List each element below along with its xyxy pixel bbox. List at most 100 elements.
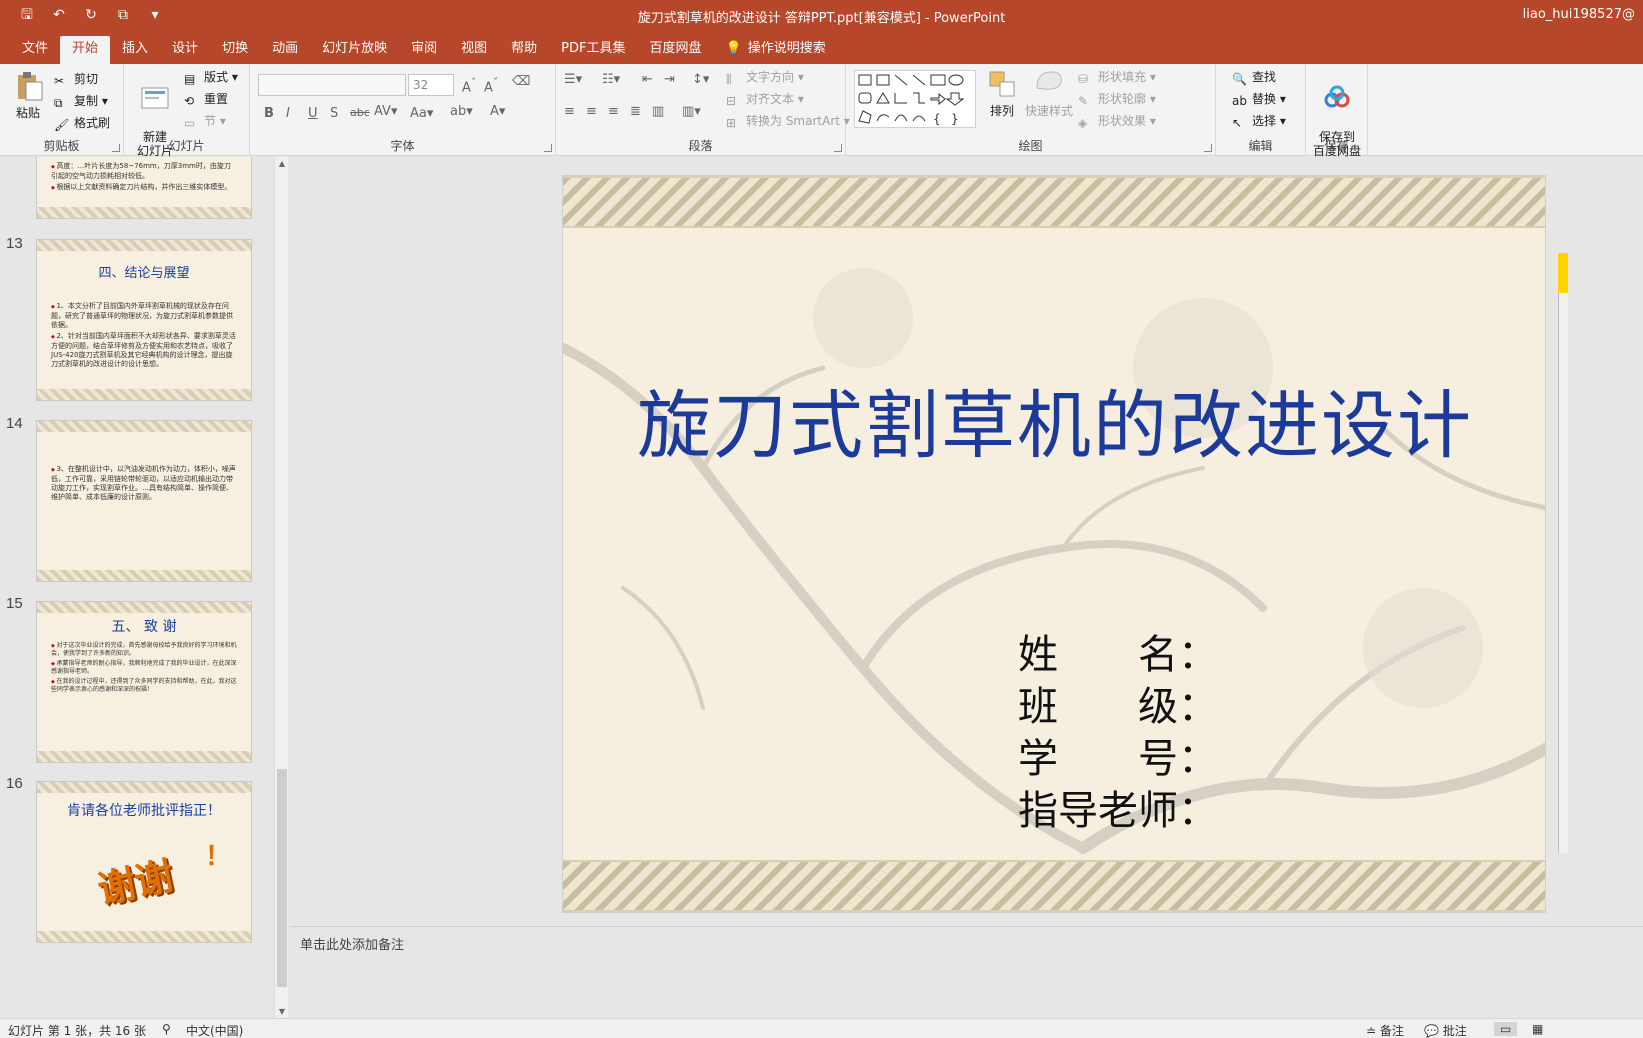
arrange-icon	[989, 71, 1015, 97]
distribute-icon[interactable]: ▥	[652, 104, 664, 119]
section-button[interactable]: ▭ 节 ▾	[184, 112, 226, 130]
align-left-icon[interactable]: ≡	[564, 104, 575, 119]
accessibility-icon[interactable]: ⚲	[162, 1022, 171, 1036]
font-name-select[interactable]	[258, 74, 406, 96]
tab-design[interactable]: 设计	[160, 36, 210, 64]
side-panel-tab[interactable]	[1558, 253, 1568, 293]
increase-indent-icon[interactable]: ⇥	[664, 72, 675, 87]
decrease-indent-icon[interactable]: ⇤	[642, 72, 653, 87]
arrange-button[interactable]: 排列	[984, 68, 1020, 119]
clear-format-icon[interactable]: ⌫	[512, 74, 530, 89]
student-id-label: 学 号：	[1018, 736, 1218, 782]
tab-baidu-netdisk[interactable]: 百度网盘	[637, 36, 713, 64]
slide-thumbnail-14[interactable]: 3、在整机设计中，以汽油发动机作为动力，体积小，噪声低，工作可靠，采用链轮带轮驱…	[36, 420, 252, 582]
numbering-icon[interactable]: ☷▾	[602, 72, 620, 87]
tab-review[interactable]: 审阅	[399, 36, 449, 64]
thumbnail-scrollbar[interactable]: ▲ ▼	[274, 157, 288, 1019]
scroll-down-icon[interactable]: ▼	[275, 1005, 289, 1019]
svg-text:{: {	[933, 112, 941, 126]
font-launcher-icon[interactable]	[544, 144, 552, 152]
user-account[interactable]: liao_hui198527@	[1523, 7, 1635, 22]
layout-button[interactable]: ▤ 版式 ▾	[184, 68, 238, 86]
tab-view[interactable]: 视图	[449, 36, 499, 64]
shapes-gallery[interactable]: {}	[854, 70, 976, 128]
group-clipboard: 粘贴 ✂ 剪切 ⧉ 复制 ▾ 🖌 格式刷 剪贴板	[0, 64, 124, 156]
bullets-icon[interactable]: ☰▾	[564, 72, 582, 87]
tab-insert[interactable]: 插入	[110, 36, 160, 64]
slide-thumbnail-13[interactable]: 四、结论与展望 1、本文分析了目前国内外草坪割草机械的现状及存在问题，研究了普通…	[36, 239, 252, 401]
shape-fill-label: 形状填充	[1098, 70, 1147, 84]
student-id-field[interactable]: 学 号：	[1018, 726, 1218, 784]
slide-thumbnail-16[interactable]: 肯请各位老师批评指正！ 谢谢 ！	[36, 781, 252, 943]
font-color-icon[interactable]: A▾	[490, 104, 505, 119]
underline-icon[interactable]: U	[308, 106, 318, 121]
quick-styles-button[interactable]: 快速样式	[1024, 68, 1074, 119]
notes-toggle[interactable]: ≐ 备注	[1366, 1022, 1404, 1038]
tab-slideshow[interactable]: 幻灯片放映	[310, 36, 399, 64]
scroll-up-icon[interactable]: ▲	[275, 157, 289, 171]
tab-help[interactable]: 帮助	[499, 36, 549, 64]
tab-home[interactable]: 开始	[60, 36, 111, 64]
char-spacing-icon[interactable]: AV▾	[374, 104, 397, 119]
shape-effects-button[interactable]: ◈ 形状效果 ▾	[1078, 112, 1156, 130]
justify-icon[interactable]: ≣	[630, 104, 641, 119]
smartart-button[interactable]: ⊞ 转换为 SmartArt ▾	[726, 112, 850, 130]
advisor-field[interactable]: 指导老师：	[1018, 778, 1218, 836]
text-direction-button[interactable]: ⫼ 文字方向 ▾	[726, 68, 804, 86]
slide-count: 幻灯片 第 1 张，共 16 张	[8, 1024, 146, 1038]
scroll-thumb[interactable]	[277, 769, 287, 987]
reset-button[interactable]: ⟲ 重置	[184, 90, 228, 108]
line-spacing-icon[interactable]: ↕▾	[692, 72, 709, 87]
layout-label: 版式	[204, 70, 229, 84]
tab-animations[interactable]: 动画	[260, 36, 310, 64]
shape-outline-button[interactable]: ✎ 形状轮廓 ▾	[1078, 90, 1156, 108]
format-painter-button[interactable]: 🖌 格式刷	[54, 114, 110, 132]
title-bar: 🖫 ↶ ↻ ⧉ ▾ 旋刀式割草机的改进设计 答辩PPT.ppt[兼容模式] - …	[0, 0, 1643, 32]
slide-thumbnail-15[interactable]: 五、 致 谢 对于这次毕业设计的完成，首先感谢母校给予我良好的学习环境和机会，使…	[36, 601, 252, 763]
slide-thumbnail-12[interactable]: 高度：…叶片长度为58~76mm，刀厚3mm时，由旋刀引起的空气动力损耗相对较低…	[36, 157, 252, 219]
strikethrough-icon[interactable]: abc	[350, 106, 370, 119]
align-center-icon[interactable]: ≡	[586, 104, 597, 119]
drawing-launcher-icon[interactable]	[1204, 144, 1212, 152]
shape-fill-button[interactable]: ⛁ 形状填充 ▾	[1078, 68, 1156, 86]
change-case-icon[interactable]: Aa▾	[410, 106, 433, 121]
italic-icon[interactable]: I	[286, 106, 290, 121]
align-text-button[interactable]: ⊟ 对齐文本 ▾	[726, 90, 804, 108]
thumb-border-band	[37, 240, 251, 251]
status-bar: 幻灯片 第 1 张，共 16 张 ⚲ 中文(中国) ≐ 备注 💬 批注 ▭ ▦	[0, 1018, 1643, 1038]
effects-icon: ◈	[1078, 116, 1088, 130]
copy-button[interactable]: ⧉ 复制 ▾	[54, 92, 108, 110]
align-right-icon[interactable]: ≡	[608, 104, 619, 119]
name-field[interactable]: 姓 名：	[1018, 622, 1218, 680]
replace-button[interactable]: ab 替换 ▾	[1232, 90, 1286, 108]
paragraph-launcher-icon[interactable]	[834, 144, 842, 152]
comments-toggle[interactable]: 💬 批注	[1424, 1022, 1467, 1038]
slide-sorter-icon[interactable]: ▦	[1532, 1022, 1543, 1036]
thumb-border-band	[37, 389, 251, 400]
current-slide[interactable]: 旋刀式割草机的改进设计 姓 名： 班 级： 学 号： 指导老师：	[562, 175, 1546, 913]
select-button[interactable]: ↖ 选择 ▾	[1232, 112, 1286, 130]
find-button[interactable]: 🔍 查找	[1232, 68, 1276, 86]
slide-title[interactable]: 旋刀式割草机的改进设计	[563, 366, 1545, 473]
tab-transitions[interactable]: 切换	[210, 36, 260, 64]
font-size-select[interactable]: 32	[408, 74, 454, 96]
cut-button[interactable]: ✂ 剪切	[54, 70, 98, 88]
class-field[interactable]: 班 级：	[1018, 674, 1218, 732]
highlight-icon[interactable]: ab▾	[450, 104, 473, 119]
language-status[interactable]: 中文(中国)	[186, 1022, 243, 1038]
paste-button[interactable]: 粘贴	[8, 70, 48, 121]
columns-icon[interactable]: ▥▾	[682, 104, 701, 119]
grow-font-icon[interactable]: Aˆ	[462, 76, 476, 95]
smartart-label: 转换为 SmartArt	[746, 114, 840, 128]
normal-view-icon[interactable]: ▭	[1494, 1022, 1518, 1036]
tab-pdf-tools[interactable]: PDF工具集	[549, 36, 637, 64]
clipboard-launcher-icon[interactable]	[112, 144, 120, 152]
shadow-icon[interactable]: S	[330, 106, 338, 121]
editing-group-label: 编辑	[1248, 139, 1273, 153]
bold-icon[interactable]: B	[264, 106, 274, 121]
notes-pane[interactable]: 单击此处添加备注	[290, 926, 1643, 970]
thumb-title: 肯请各位老师批评指正！	[67, 803, 221, 819]
tab-file[interactable]: 文件	[10, 36, 60, 64]
tell-me-search[interactable]: 💡 操作说明搜索	[714, 36, 838, 64]
shrink-font-icon[interactable]: Aˇ	[484, 76, 498, 95]
